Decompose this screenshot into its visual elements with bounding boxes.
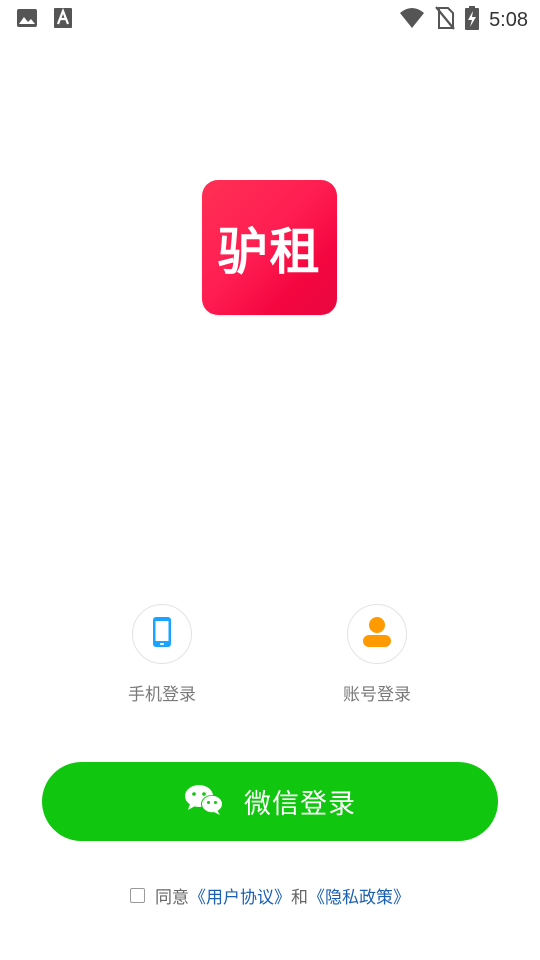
status-bar: 5:08 <box>0 0 540 36</box>
wechat-login-label: 微信登录 <box>244 789 356 819</box>
image-icon <box>16 8 38 32</box>
app-logo-text: 驴租 <box>217 222 322 281</box>
font-icon <box>54 7 72 32</box>
phone-icon <box>152 616 172 652</box>
privacy-policy-link[interactable]: 《隐私政策》 <box>308 883 410 908</box>
wechat-login-button[interactable]: 微信登录 <box>42 762 498 841</box>
agreement-row: 同意 《用户协议》 和 《隐私政策》 <box>0 883 540 908</box>
agreement-checkbox[interactable] <box>130 888 145 903</box>
status-bar-system: 5:08 <box>399 6 528 34</box>
user-agreement-link[interactable]: 《用户协议》 <box>189 883 291 908</box>
status-bar-notifications <box>16 7 72 32</box>
account-login-label: 账号登录 <box>343 685 411 705</box>
phone-login-button[interactable] <box>132 604 192 664</box>
app-logo: 驴租 <box>202 180 337 315</box>
phone-login-option[interactable]: 手机登录 <box>92 604 232 705</box>
account-login-option[interactable]: 账号登录 <box>307 604 447 705</box>
person-icon <box>362 616 392 652</box>
no-sim-icon <box>435 6 455 34</box>
status-time: 5:08 <box>489 8 528 31</box>
battery-charging-icon <box>465 6 480 34</box>
agreement-prefix: 同意 <box>155 888 189 908</box>
phone-login-label: 手机登录 <box>128 685 196 705</box>
wechat-icon <box>184 784 224 819</box>
account-login-button[interactable] <box>347 604 407 664</box>
agreement-conjunction: 和 <box>291 888 308 908</box>
wifi-icon <box>399 7 425 33</box>
